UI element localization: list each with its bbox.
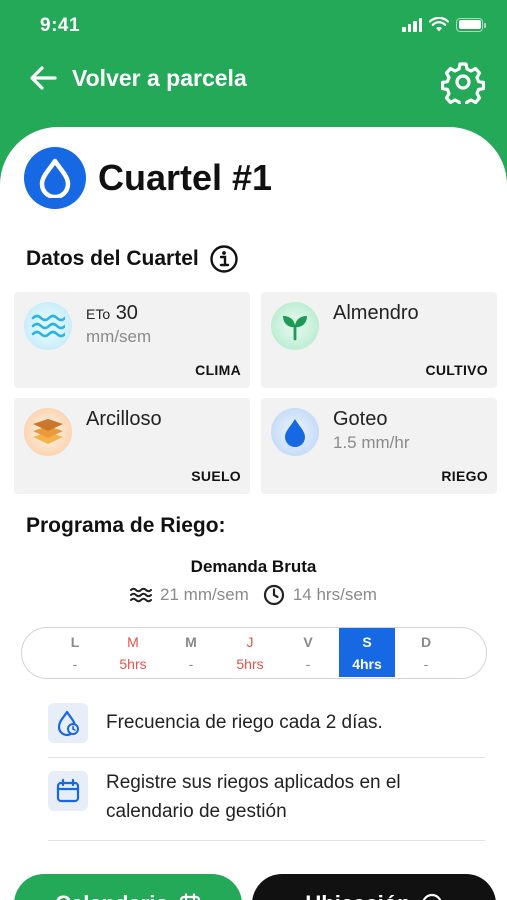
divider: [48, 840, 485, 841]
riego-tag: RIEGO: [441, 468, 488, 484]
battery-icon: [456, 17, 486, 32]
arrow-left-icon: [30, 66, 57, 90]
wifi-icon: [429, 17, 449, 32]
clima-value: ETo 30: [86, 302, 138, 325]
eto-value: 30: [115, 302, 138, 324]
status-time: 9:41: [40, 15, 81, 36]
eto-label: ETo: [86, 306, 111, 322]
water-waves-icon: [130, 587, 153, 603]
soil-layers-icon: [24, 408, 72, 456]
day-miercoles[interactable]: M -: [163, 628, 219, 677]
app-header: Volver a parcela: [0, 55, 507, 109]
section-title: Datos del Cuartel: [26, 247, 199, 270]
water-drop-badge-icon: [24, 147, 86, 209]
location-pin-icon: [422, 893, 441, 900]
riego-rate: 1.5 mm/hr: [333, 433, 410, 452]
page-title: Cuartel #1: [98, 157, 273, 198]
calendar-icon: [48, 771, 88, 811]
suelo-value: Arcilloso: [86, 408, 162, 430]
clima-tag: CLIMA: [195, 362, 241, 378]
demand-mm: 21 mm/sem: [130, 585, 249, 605]
riego-card[interactable]: Goteo 1.5 mm/hr RIEGO: [261, 398, 497, 494]
content-sheet: Cuartel #1 Datos del Cuartel ETo 30 mm/s…: [0, 127, 507, 900]
day-domingo[interactable]: D -: [398, 628, 454, 677]
divider: [48, 757, 485, 758]
calendar-button-label: Calendario: [55, 891, 169, 900]
title-row: Cuartel #1: [24, 147, 272, 209]
day-jueves[interactable]: J 5hrs: [222, 628, 278, 677]
drop-icon: [271, 408, 319, 456]
location-button-label: Ubicación: [305, 891, 410, 900]
cultivo-card[interactable]: Almendro CULTIVO: [261, 292, 497, 388]
back-button[interactable]: Volver a parcela: [28, 63, 247, 93]
frequency-item: Frecuencia de riego cada 2 días.: [48, 703, 485, 743]
register-text-line-1: Registre sus riegos aplicados en el: [106, 772, 401, 793]
program-title: Programa de Riego:: [26, 514, 226, 537]
register-text: Registre sus riegos aplicados en el cale…: [106, 768, 401, 826]
day-viernes[interactable]: V -: [280, 628, 336, 677]
gear-icon: [440, 62, 486, 109]
register-item[interactable]: Registre sus riegos aplicados en el cale…: [48, 768, 485, 826]
demand-hrs: 14 hrs/sem: [263, 584, 377, 606]
drop-timer-icon: [48, 703, 88, 743]
location-button[interactable]: Ubicación: [252, 874, 496, 900]
cellular-signal-icon: [402, 17, 422, 32]
cultivo-tag: CULTIVO: [425, 362, 488, 378]
demand-mm-value: 21 mm/sem: [160, 585, 249, 604]
riego-value: Goteo: [333, 408, 388, 430]
demand-hrs-value: 14 hrs/sem: [292, 585, 377, 604]
clima-card[interactable]: ETo 30 mm/sem CLIMA: [14, 292, 250, 388]
settings-button[interactable]: [440, 60, 486, 109]
register-text-line-2: calendario de gestión: [106, 801, 287, 822]
day-sabado[interactable]: S 4hrs: [339, 628, 395, 677]
status-bar: 9:41: [0, 0, 507, 50]
suelo-card[interactable]: Arcilloso SUELO: [14, 398, 250, 494]
day-lunes[interactable]: L -: [47, 628, 103, 677]
clima-unit: mm/sem: [86, 327, 152, 346]
clock-icon: [263, 584, 284, 606]
demand-title: Demanda Bruta: [190, 557, 317, 576]
sprout-icon: [271, 302, 319, 350]
day-martes[interactable]: M 5hrs: [105, 628, 161, 677]
demand-row: 21 mm/sem 14 hrs/sem: [0, 584, 507, 606]
frequency-text: Frecuencia de riego cada 2 días.: [106, 712, 383, 733]
cultivo-value: Almendro: [333, 302, 419, 324]
water-waves-icon: [24, 302, 72, 350]
info-icon[interactable]: [209, 244, 239, 274]
back-label: Volver a parcela: [72, 64, 247, 91]
datos-section-header: Datos del Cuartel: [26, 244, 239, 274]
status-icons: [402, 17, 486, 32]
calendar-button[interactable]: Calendario: [14, 874, 242, 900]
calendar-icon: [179, 893, 200, 900]
week-selector: L - M 5hrs M - J 5hrs V - S 4hrs D -: [21, 627, 487, 679]
suelo-tag: SUELO: [191, 468, 241, 484]
